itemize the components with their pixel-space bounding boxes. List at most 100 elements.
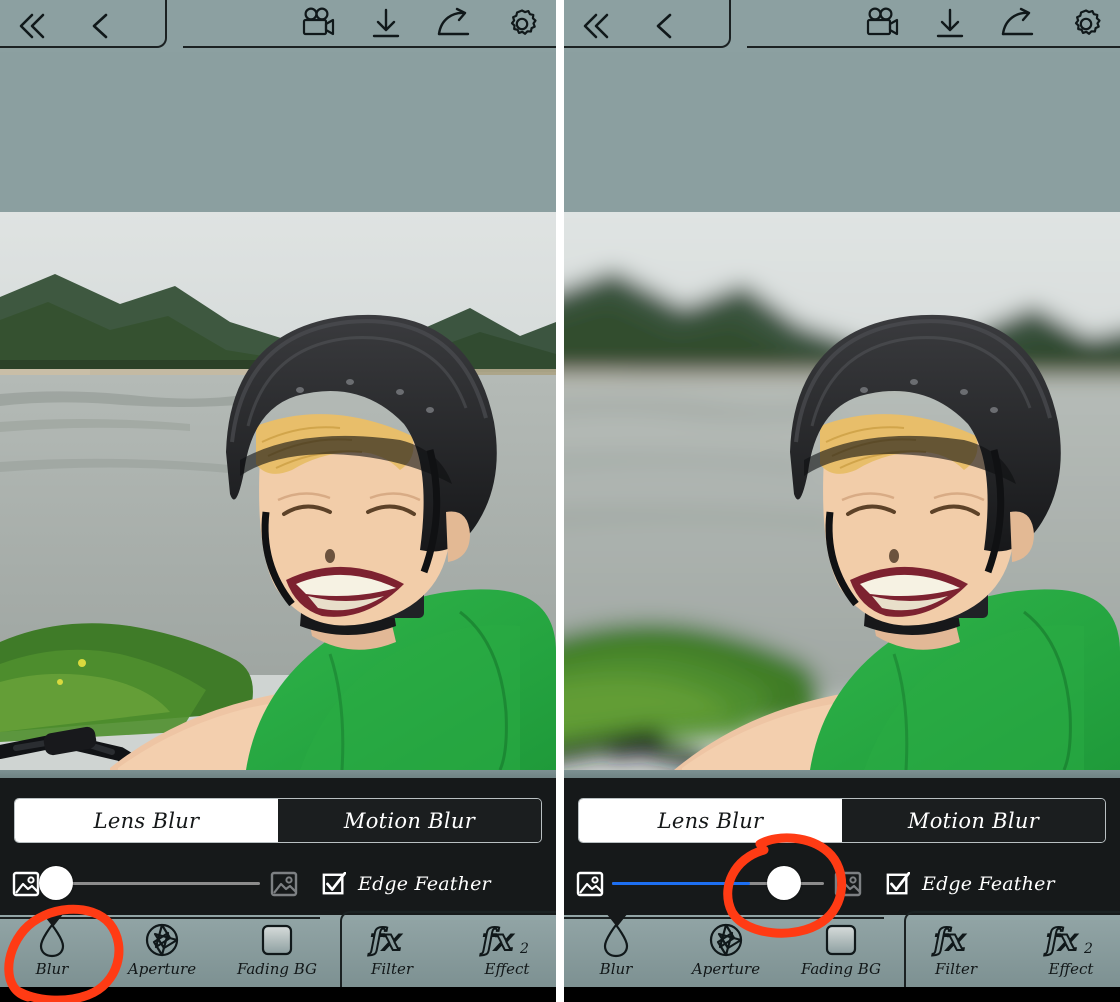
tab-lens-blur-right[interactable]: Lens Blur (579, 799, 842, 842)
nav-label-filter: Filter (370, 960, 414, 978)
edge-feather-checkbox-right[interactable] (886, 871, 911, 896)
double-chevron-left-icon (579, 11, 613, 41)
nav-item-filter[interactable]: fx Filter (340, 921, 444, 985)
tab-lens-blur[interactable]: Lens Blur (15, 799, 278, 842)
back-one-button[interactable] (74, 4, 126, 48)
nav-item-effect[interactable]: fx 2 Effect (455, 921, 556, 985)
fx2-icon: fx 2 (1042, 921, 1100, 959)
left-controls-panel: Lens Blur Motion Blur Edge Feather (0, 778, 556, 915)
settings-button-right[interactable] (1058, 2, 1114, 46)
photo-preview-blurred[interactable] (564, 212, 1120, 770)
left-slider-knob[interactable] (39, 866, 73, 900)
back-all-button[interactable] (6, 4, 58, 48)
gear-icon (504, 6, 540, 42)
square-gradient-icon (260, 921, 294, 959)
video-camera-icon (300, 7, 340, 41)
toolbar-underline (183, 46, 556, 48)
right-photo-divider (564, 770, 1120, 778)
nav-item-fading-bg-right[interactable]: Fading BG (789, 921, 893, 985)
video-button-right[interactable] (856, 2, 912, 46)
right-panel: Lens Blur Motion Blur Edge Feather Blur … (564, 0, 1120, 1002)
edge-feather-control-right[interactable]: Edge Feather (886, 871, 1055, 896)
left-slider-row: Edge Feather (0, 860, 556, 908)
checkbox-checked-icon (322, 871, 347, 895)
blur-mode-tabs-right: Lens Blur Motion Blur (578, 798, 1106, 843)
toolbar-underline-right (747, 46, 1120, 48)
right-footer (564, 987, 1120, 1002)
nav-label-effect-right: Effect (1048, 960, 1094, 978)
tab-motion-blur[interactable]: Motion Blur (278, 799, 541, 842)
nav-item-effect-right[interactable]: fx 2 Effect (1019, 921, 1120, 985)
fx2-icon: fx 2 (478, 921, 536, 959)
left-footer (0, 987, 556, 1002)
video-camera-icon (864, 7, 904, 41)
right-bottom-nav: Blur Aperture Fading BG fx Filter fx 2 E… (564, 911, 1120, 991)
photo-preview-sharp[interactable] (0, 212, 556, 770)
gear-icon (1068, 6, 1104, 42)
share-arrow-icon (999, 7, 1037, 41)
checkbox-checked-icon (886, 871, 911, 895)
selected-tab-indicator-right (606, 913, 628, 927)
download-icon (370, 7, 402, 41)
video-button[interactable] (292, 2, 348, 46)
nav-label-blur-right: Blur (599, 960, 633, 978)
right-controls-panel: Lens Blur Motion Blur Edge Feather (564, 778, 1120, 915)
share-button[interactable] (426, 2, 482, 46)
edge-feather-control[interactable]: Edge Feather (322, 871, 491, 896)
share-arrow-icon (435, 7, 473, 41)
right-slider-fill (612, 882, 750, 885)
chevron-left-icon (88, 11, 112, 41)
nav-label-fading-bg-right: Fading BG (800, 960, 882, 978)
svg-text:fx: fx (1044, 923, 1078, 958)
svg-text:fx: fx (932, 923, 966, 958)
nav-item-fading-bg[interactable]: Fading BG (225, 921, 329, 985)
left-bottom-nav: Blur Aperture Fading BG fx Filter fx 2 E… (0, 911, 556, 991)
svg-text:fx: fx (480, 923, 514, 958)
image-blurred-icon (834, 871, 862, 897)
save-button-right[interactable] (922, 2, 978, 46)
nav-item-aperture[interactable]: Aperture (110, 921, 214, 985)
image-sharp-icon (576, 871, 604, 897)
image-blurred-icon (270, 871, 298, 897)
edge-feather-checkbox[interactable] (322, 871, 347, 896)
svg-text:2: 2 (1083, 941, 1093, 957)
nav-label-filter-right: Filter (934, 960, 978, 978)
nav-label-aperture: Aperture (127, 960, 197, 978)
right-slider-knob[interactable] (767, 866, 801, 900)
nav-item-blur[interactable]: Blur (0, 921, 104, 985)
svg-text:fx: fx (368, 923, 402, 958)
panel-divider (556, 0, 564, 1002)
fx-icon: fx (930, 921, 982, 959)
nav-item-blur-right[interactable]: Blur (564, 921, 668, 985)
image-sharp-icon (12, 871, 40, 897)
fx-icon: fx (366, 921, 418, 959)
chevron-left-icon (652, 11, 676, 41)
double-chevron-left-icon (15, 11, 49, 41)
nav-item-filter-right[interactable]: fx Filter (904, 921, 1008, 985)
left-panel: Lens Blur Motion Blur Edge Feather Blur … (0, 0, 556, 1002)
left-photo-divider (0, 770, 556, 778)
back-all-button-right[interactable] (570, 4, 622, 48)
tab-motion-blur-right[interactable]: Motion Blur (842, 799, 1105, 842)
svg-text:2: 2 (519, 941, 529, 957)
download-icon (934, 7, 966, 41)
selected-tab-indicator-left (42, 913, 64, 927)
nav-item-aperture-right[interactable]: Aperture (674, 921, 778, 985)
aperture-icon (708, 921, 744, 959)
square-gradient-icon (824, 921, 858, 959)
share-button-right[interactable] (990, 2, 1046, 46)
settings-button[interactable] (494, 2, 550, 46)
save-button[interactable] (358, 2, 414, 46)
blur-mode-tabs: Lens Blur Motion Blur (14, 798, 542, 843)
nav-label-effect: Effect (484, 960, 530, 978)
left-topbar (0, 0, 556, 52)
aperture-icon (144, 921, 180, 959)
edge-feather-label-right: Edge Feather (922, 873, 1055, 895)
right-topbar (564, 0, 1120, 52)
back-one-button-right[interactable] (638, 4, 690, 48)
screenshot-root: Lens Blur Motion Blur Edge Feather Blur … (0, 0, 1120, 1002)
nav-label-blur: Blur (35, 960, 69, 978)
nav-label-fading-bg: Fading BG (236, 960, 318, 978)
left-slider-track[interactable] (48, 882, 260, 885)
nav-label-aperture-right: Aperture (691, 960, 761, 978)
